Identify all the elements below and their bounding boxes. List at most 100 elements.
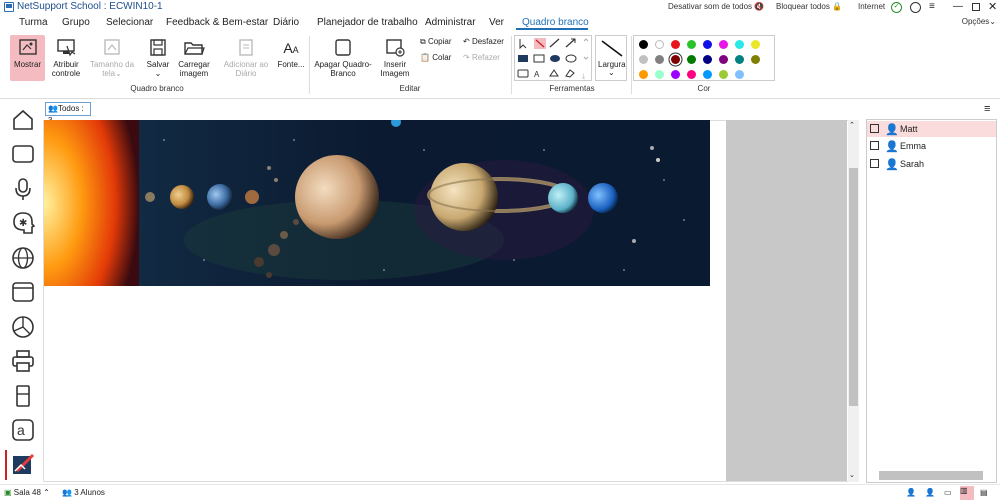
color-swatch[interactable] bbox=[639, 40, 648, 49]
minimize-button[interactable]: — bbox=[953, 1, 963, 12]
undo-button[interactable]: ↶ Desfazer bbox=[463, 37, 504, 46]
view-user-icon[interactable]: 👤 bbox=[906, 488, 916, 497]
load-image-button[interactable]: Carregar imagem bbox=[176, 38, 212, 78]
select-tool-icon[interactable] bbox=[517, 38, 528, 49]
color-swatch[interactable] bbox=[671, 70, 680, 79]
filter-all-button[interactable]: 👥Todos : 3 bbox=[45, 102, 91, 125]
student-row[interactable]: 👤 Matt bbox=[867, 121, 996, 137]
whiteboard-icon[interactable] bbox=[11, 453, 35, 477]
assign-control-button[interactable]: Atribuir controle bbox=[48, 38, 84, 78]
width-button[interactable]: Largura ⌄ bbox=[595, 35, 627, 81]
view-user-outline-icon[interactable]: 👤 bbox=[925, 488, 935, 497]
filled-ellipse-tool-icon[interactable] bbox=[550, 54, 561, 65]
color-swatch[interactable] bbox=[719, 70, 728, 79]
apps-icon[interactable]: a bbox=[11, 418, 35, 442]
student-user-icon: 👤 bbox=[885, 159, 899, 171]
screen-icon[interactable] bbox=[11, 142, 35, 166]
clear-whiteboard-icon bbox=[332, 38, 354, 58]
menu-planejador[interactable]: Planejador de trabalho bbox=[317, 17, 418, 28]
filled-rectangle-tool-icon[interactable] bbox=[518, 54, 529, 65]
menu-administrar[interactable]: Administrar bbox=[425, 17, 476, 28]
line-tool-icon[interactable] bbox=[550, 38, 561, 49]
microphone-icon[interactable] bbox=[11, 177, 35, 201]
text-tool-icon[interactable] bbox=[533, 69, 544, 80]
mute-all-button[interactable]: Desativar som de todos 🔇 bbox=[668, 2, 764, 11]
show-button[interactable]: Mostrar bbox=[10, 38, 45, 69]
options-menu[interactable]: Opções⌄ bbox=[962, 17, 996, 26]
lock-all-button[interactable]: Bloquear todos 🔒 bbox=[776, 2, 842, 11]
student-row[interactable]: 👤 Sarah bbox=[867, 156, 996, 172]
view-monitor-icon[interactable]: ▭ bbox=[944, 488, 952, 497]
menu-feedback[interactable]: Feedback & Bem-estar bbox=[166, 17, 268, 28]
color-swatch[interactable] bbox=[687, 40, 696, 49]
add-to-diary-button[interactable]: Adicionar ao Diário bbox=[222, 38, 270, 78]
group-ferramentas: Ferramentas bbox=[549, 84, 595, 93]
view-list-icon[interactable]: ▤ bbox=[980, 488, 988, 497]
home-icon[interactable] bbox=[11, 108, 35, 132]
rectangle-tool-icon[interactable] bbox=[534, 54, 545, 65]
color-swatch[interactable] bbox=[703, 55, 712, 64]
arrow-tool-icon[interactable] bbox=[566, 38, 577, 49]
printer-icon[interactable] bbox=[11, 349, 35, 373]
internet-button[interactable]: Internet bbox=[858, 2, 885, 11]
color-swatch[interactable] bbox=[687, 70, 696, 79]
color-swatch[interactable] bbox=[655, 55, 664, 64]
menu-turma[interactable]: Turma bbox=[19, 17, 48, 28]
pie-chart-icon[interactable] bbox=[11, 315, 35, 339]
view-details-icon[interactable]: ▥ bbox=[960, 486, 974, 500]
color-swatch[interactable] bbox=[639, 70, 648, 79]
mind-icon[interactable]: ✱ bbox=[11, 211, 35, 235]
list-menu-icon[interactable]: ≡ bbox=[984, 103, 990, 115]
color-swatch[interactable] bbox=[735, 40, 744, 49]
menu-ver[interactable]: Ver bbox=[489, 17, 504, 28]
copy-button[interactable]: ⧉ Copiar bbox=[420, 37, 452, 47]
lock-icon: 🔒 bbox=[832, 2, 843, 11]
color-swatch[interactable] bbox=[655, 40, 664, 49]
clock-icon[interactable] bbox=[910, 2, 921, 13]
menu-diario[interactable]: Diário bbox=[273, 17, 299, 28]
menu-quadro-branco[interactable]: Quadro branco bbox=[522, 17, 589, 28]
color-swatch[interactable] bbox=[671, 40, 680, 49]
color-swatch[interactable] bbox=[703, 40, 712, 49]
insert-image-button[interactable]: Inserir Imagem bbox=[377, 38, 413, 78]
close-button[interactable]: ✕ bbox=[988, 0, 997, 13]
color-swatch[interactable] bbox=[719, 55, 728, 64]
save-label: Salvar bbox=[146, 60, 170, 69]
paste-button[interactable]: 📋 Colar bbox=[420, 53, 451, 62]
color-swatch[interactable] bbox=[751, 40, 760, 49]
canvas-scroll-thumb[interactable] bbox=[849, 168, 858, 406]
color-swatch[interactable] bbox=[687, 55, 696, 64]
clear-whiteboard-label-2: Branco bbox=[330, 69, 356, 78]
usb-device-icon[interactable] bbox=[11, 384, 35, 408]
color-swatch[interactable] bbox=[735, 70, 744, 79]
redo-button[interactable]: ↷ Refazer bbox=[463, 53, 500, 62]
color-swatch[interactable] bbox=[751, 55, 760, 64]
room-indicator[interactable]: ▣ Sala 48 ⌃ bbox=[4, 488, 50, 497]
color-swatch[interactable] bbox=[719, 40, 728, 49]
font-button[interactable]: AA Fonte... bbox=[276, 38, 306, 69]
color-swatch[interactable] bbox=[671, 55, 680, 64]
eraser-tool-icon[interactable] bbox=[565, 69, 576, 80]
hamburger-menu-icon[interactable]: ≡ bbox=[929, 1, 935, 12]
screen-size-button[interactable]: Tamanho da tela⌄ bbox=[88, 38, 136, 78]
freehand-tool-icon[interactable] bbox=[534, 38, 545, 49]
color-swatch[interactable] bbox=[735, 55, 744, 64]
highlighter-tool-icon[interactable] bbox=[518, 69, 529, 80]
internet-allowed-icon[interactable]: ✓ bbox=[891, 2, 902, 13]
menu-grupo[interactable]: Grupo bbox=[62, 17, 90, 28]
student-list-hscroll[interactable] bbox=[879, 471, 983, 480]
menu-selecionar[interactable]: Selecionar bbox=[106, 17, 153, 28]
scroll-up-icon[interactable]: ⌃ bbox=[849, 121, 855, 129]
save-button[interactable]: Salvar ⌄ bbox=[144, 38, 172, 78]
maximize-button[interactable] bbox=[972, 3, 980, 11]
color-swatch[interactable] bbox=[639, 55, 648, 64]
ellipse-tool-icon[interactable] bbox=[566, 54, 577, 65]
color-swatch[interactable] bbox=[703, 70, 712, 79]
globe-icon[interactable] bbox=[11, 246, 35, 270]
fill-tool-icon[interactable] bbox=[549, 69, 560, 80]
color-swatch[interactable] bbox=[655, 70, 664, 79]
browser-window-icon[interactable] bbox=[11, 280, 35, 304]
student-row[interactable]: 👤 Emma bbox=[867, 138, 996, 154]
clear-whiteboard-button[interactable]: Apagar Quadro- Branco bbox=[314, 38, 372, 78]
scroll-down-icon[interactable]: ⌄ bbox=[849, 471, 855, 479]
